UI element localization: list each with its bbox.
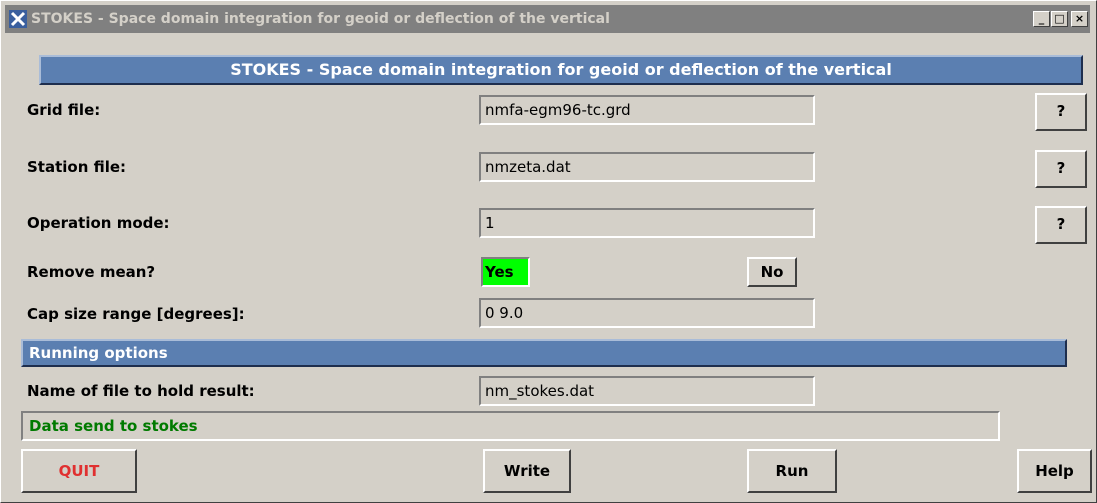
stokes-window: STOKES - Space domain integration for ge… (0, 0, 1097, 503)
window-title: STOKES - Space domain integration for ge… (31, 11, 610, 27)
cap-size-label: Cap size range [degrees]: (27, 305, 245, 323)
operation-mode-label: Operation mode: (27, 214, 170, 232)
close-button[interactable]: × (1071, 11, 1088, 27)
station-file-help-button[interactable]: ? (1035, 150, 1087, 188)
minimize-button[interactable]: _ (1033, 11, 1050, 27)
remove-mean-label: Remove mean? (27, 263, 156, 281)
remove-mean-yes-button[interactable]: Yes (481, 257, 530, 287)
maximize-button[interactable]: □ (1051, 11, 1068, 27)
write-button[interactable]: Write (483, 449, 571, 493)
cap-size-input[interactable]: 0 9.0 (479, 298, 815, 328)
page-title: STOKES - Space domain integration for ge… (39, 55, 1083, 85)
help-button[interactable]: Help (1017, 449, 1092, 493)
operation-mode-help-button[interactable]: ? (1035, 206, 1087, 244)
title-bar[interactable]: STOKES - Space domain integration for ge… (5, 5, 1090, 33)
operation-mode-input[interactable]: 1 (479, 208, 815, 238)
app-icon (9, 10, 27, 28)
running-options-header: Running options (21, 339, 1067, 367)
status-message: Data send to stokes (21, 411, 1000, 441)
result-file-label: Name of file to hold result: (27, 382, 255, 400)
quit-button[interactable]: QUIT (21, 449, 137, 493)
run-button[interactable]: Run (747, 449, 837, 493)
grid-file-label: Grid file: (27, 101, 101, 119)
grid-file-help-button[interactable]: ? (1035, 93, 1087, 131)
result-file-input[interactable]: nm_stokes.dat (479, 376, 815, 406)
station-file-label: Station file: (27, 158, 127, 176)
grid-file-input[interactable]: nmfa-egm96-tc.grd (479, 95, 815, 125)
station-file-input[interactable]: nmzeta.dat (479, 152, 815, 182)
remove-mean-no-button[interactable]: No (747, 257, 797, 287)
